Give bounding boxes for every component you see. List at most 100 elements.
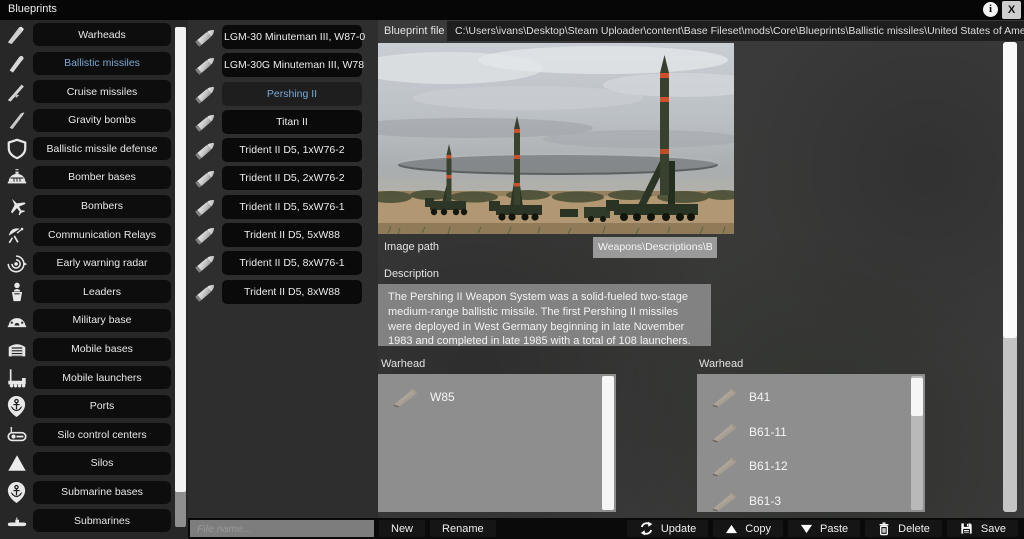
missile-icon xyxy=(188,194,222,220)
missile-icon xyxy=(188,109,222,135)
anchor-badge-icon xyxy=(0,481,33,504)
warhead-item[interactable]: B41 xyxy=(697,380,925,415)
blueprint-row: LGM-30 Minuteman III, W87-0 xyxy=(188,25,378,49)
copy-button[interactable]: Copy xyxy=(713,520,783,537)
blueprint-row: Trident II D5, 8xW76-1 xyxy=(188,251,378,275)
sidebar-item-mobile-launchers[interactable]: Mobile launchers xyxy=(33,366,171,389)
warhead-current-label: Warhead xyxy=(381,358,425,370)
warhead-item[interactable]: B61-3 xyxy=(697,484,925,513)
footer-action-group: Update Copy Paste Delete xyxy=(622,520,1018,537)
new-button-label: New xyxy=(391,523,413,535)
category-list: Warheads Ballistic missiles Cruise missi… xyxy=(0,23,188,538)
image-path-value[interactable]: Weapons\Descriptions\B xyxy=(593,237,717,258)
missile-icon xyxy=(188,165,222,191)
main-scrollbar-thumb[interactable] xyxy=(1003,42,1017,338)
sidebar-item-silos[interactable]: Silos xyxy=(33,452,171,475)
sidebar-item-cruise-missiles[interactable]: Cruise missiles xyxy=(33,80,171,103)
sidebar-row: Warheads xyxy=(0,23,188,46)
sidebar-item-gravity-bombs[interactable]: Gravity bombs xyxy=(33,109,171,132)
cruise-missile-icon xyxy=(0,81,33,103)
sidebar-row: Bombers xyxy=(0,195,188,218)
sidebar-item-bomber-bases[interactable]: Bomber bases xyxy=(33,166,171,189)
blueprint-item[interactable]: LGM-30G Minuteman III, W78 xyxy=(222,53,362,77)
paste-button[interactable]: Paste xyxy=(788,520,860,537)
blueprint-item[interactable]: Titan II xyxy=(222,110,362,134)
sidebar-item-ballistic-missiles[interactable]: Ballistic missiles xyxy=(33,52,171,75)
blueprint-row: LGM-30G Minuteman III, W78 xyxy=(188,53,378,77)
blueprint-item[interactable]: Trident II D5, 5xW76-1 xyxy=(222,195,362,219)
blueprint-row: Trident II D5, 1xW76-2 xyxy=(188,138,378,162)
blueprint-photo xyxy=(378,43,734,234)
sidebar-item-leaders[interactable]: Leaders xyxy=(33,280,171,303)
blueprint-row: Trident II D5, 5xW88 xyxy=(188,223,378,247)
save-icon xyxy=(959,521,974,536)
new-button[interactable]: New xyxy=(379,520,425,537)
warhead-available-label: Warhead xyxy=(699,358,743,370)
mobile-base-icon xyxy=(0,338,33,360)
sidebar-item-ballistic-missile-defense[interactable]: Ballistic missile defense xyxy=(33,137,171,160)
sidebar-row: Bomber bases xyxy=(0,166,188,189)
sidebar-row: Silo control centers xyxy=(0,423,188,446)
sidebar-row: Submarine bases xyxy=(0,481,188,504)
info-icon[interactable]: i xyxy=(983,2,998,17)
sidebar-item-ports[interactable]: Ports xyxy=(33,395,171,418)
update-icon xyxy=(639,521,654,536)
sidebar-row: Military base xyxy=(0,309,188,332)
sidebar-item-early-warning-radar[interactable]: Early warning radar xyxy=(33,252,171,275)
sidebar-item-submarine-bases[interactable]: Submarine bases xyxy=(33,481,171,504)
blueprint-item[interactable]: Trident II D5, 2xW76-2 xyxy=(222,166,362,190)
blueprint-list: LGM-30 Minuteman III, W87-0 LGM-30G Minu… xyxy=(188,20,378,518)
sidebar-item-submarines[interactable]: Submarines xyxy=(33,509,171,532)
paste-icon xyxy=(800,523,813,535)
blueprint-item[interactable]: LGM-30 Minuteman III, W87-0 xyxy=(222,25,362,49)
warhead-item[interactable]: B61-12 xyxy=(697,449,925,484)
main-content: Blueprint file path C:\Users\ivans\Deskt… xyxy=(378,20,1024,518)
silo-control-icon xyxy=(0,424,33,446)
scrollbar-thumb[interactable] xyxy=(911,378,923,416)
paste-button-label: Paste xyxy=(820,523,848,535)
warhead-name: B61-12 xyxy=(749,459,788,473)
warhead-current-panel: W85 xyxy=(378,374,616,512)
blueprint-item[interactable]: Trident II D5, 5xW88 xyxy=(222,223,362,247)
description-text[interactable]: The Pershing II Weapon System was a soli… xyxy=(378,284,711,346)
missile-icon xyxy=(188,250,222,276)
airbase-icon xyxy=(0,166,33,188)
save-button[interactable]: Save xyxy=(947,520,1018,537)
warhead-item[interactable]: W85 xyxy=(378,380,616,415)
blueprint-item[interactable]: Trident II D5, 1xW76-2 xyxy=(222,138,362,162)
file-name-input[interactable] xyxy=(190,520,374,537)
sidebar-item-warheads[interactable]: Warheads xyxy=(33,23,171,46)
submarine-icon xyxy=(0,510,33,532)
main-scrollbar[interactable] xyxy=(1003,42,1017,512)
sidebar-row: Mobile launchers xyxy=(0,366,188,389)
blueprint-item[interactable]: Trident II D5, 8xW88 xyxy=(222,280,362,304)
sidebar-scrollbar-thumb[interactable] xyxy=(175,27,186,492)
blueprint-item-selected[interactable]: Pershing II xyxy=(222,82,362,106)
sidebar-item-silo-control-centers[interactable]: Silo control centers xyxy=(33,423,171,446)
mobile-launcher-icon xyxy=(0,367,33,389)
sidebar-scrollbar[interactable] xyxy=(175,27,186,527)
warhead-available-scrollbar[interactable] xyxy=(911,376,923,510)
rename-button[interactable]: Rename xyxy=(430,520,496,537)
blueprint-item[interactable]: Trident II D5, 8xW76-1 xyxy=(222,251,362,275)
radar-icon xyxy=(0,252,33,274)
copy-icon xyxy=(725,523,738,535)
delete-icon xyxy=(877,521,891,536)
warhead-item[interactable]: B61-11 xyxy=(697,415,925,450)
sidebar-item-military-base[interactable]: Military base xyxy=(33,309,171,332)
update-button[interactable]: Update xyxy=(627,520,708,537)
scrollbar-thumb[interactable] xyxy=(602,376,614,510)
bomber-icon xyxy=(0,195,33,217)
warhead-name: B61-3 xyxy=(749,494,781,508)
shield-icon xyxy=(0,138,33,160)
sidebar-item-communication-relays[interactable]: Communication Relays xyxy=(33,223,171,246)
delete-button[interactable]: Delete xyxy=(865,520,942,537)
missile-icon xyxy=(188,137,222,163)
close-button[interactable]: X xyxy=(1002,1,1021,19)
leader-icon xyxy=(0,281,33,303)
blueprints-window: Blueprints i X Warheads Ballistic missil… xyxy=(0,0,1024,539)
sidebar-item-bombers[interactable]: Bombers xyxy=(33,195,171,218)
warhead-current-scrollbar[interactable] xyxy=(602,376,614,510)
sidebar-item-mobile-bases[interactable]: Mobile bases xyxy=(33,338,171,361)
blueprint-file-path-value[interactable]: C:\Users\ivans\Desktop\Steam Uploader\co… xyxy=(447,21,1024,41)
